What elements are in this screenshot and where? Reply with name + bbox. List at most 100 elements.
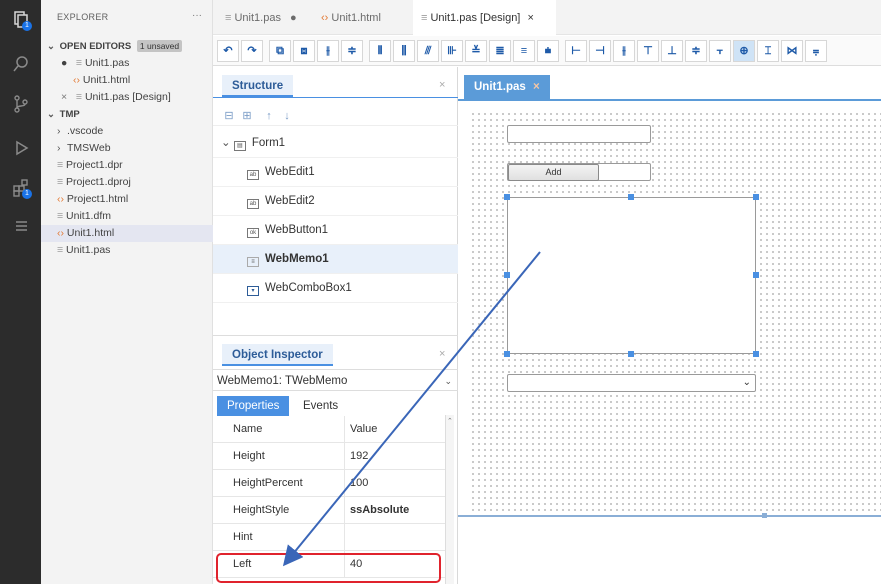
bring-front-icon[interactable]: ⧉ bbox=[269, 40, 291, 62]
folder-section[interactable]: ⌄ TMP bbox=[41, 106, 213, 123]
more-actions-icon[interactable]: ··· bbox=[192, 10, 202, 21]
resize-handle[interactable] bbox=[628, 194, 634, 200]
tree-item-webmemo1[interactable]: ≡ WebMemo1 bbox=[213, 245, 458, 274]
expand-all-icon[interactable]: ⊞ bbox=[239, 109, 255, 123]
space-remove-v-icon[interactable]: ⩧ bbox=[537, 40, 559, 62]
center-in-form-icon[interactable]: ⊕ bbox=[733, 40, 755, 62]
close-icon[interactable]: × bbox=[533, 81, 540, 93]
property-row[interactable]: Height 192 bbox=[213, 443, 445, 470]
designer-tab[interactable]: Unit1.pas × bbox=[464, 75, 550, 99]
same-width-icon[interactable]: ⋈ bbox=[781, 40, 803, 62]
webcombobox1-control[interactable]: ⌄ bbox=[507, 374, 756, 392]
open-editor-item[interactable]: × ≡ Unit1.pas [Design] bbox=[41, 89, 213, 106]
file-item[interactable]: › .vscode bbox=[41, 123, 213, 140]
align-vcenter-icon[interactable]: ⫟ bbox=[709, 40, 731, 62]
space-dec-v-icon[interactable]: ≡ bbox=[513, 40, 535, 62]
open-editor-item[interactable]: ‹› Unit1.html bbox=[41, 72, 213, 89]
object-selector[interactable]: WebMemo1: TWebMemo ⌄ bbox=[213, 369, 458, 391]
resize-handle[interactable] bbox=[628, 351, 634, 357]
pascal-file-icon: ≡ bbox=[75, 57, 85, 69]
webbutton1-control[interactable]: Add bbox=[508, 164, 599, 181]
unsaved-badge: 1 unsaved bbox=[136, 40, 183, 52]
modified-dot-icon[interactable]: ● bbox=[61, 55, 73, 72]
file-item[interactable]: ≡ Unit1.pas bbox=[41, 242, 213, 259]
file-item[interactable]: ≡ Project1.dpr bbox=[41, 157, 213, 174]
tab-unit1-design[interactable]: ≡ Unit1.pas [Design] × bbox=[413, 0, 556, 35]
webmemo1-control[interactable] bbox=[507, 197, 756, 354]
tree-item-webedit2[interactable]: ab WebEdit2 bbox=[213, 187, 458, 216]
space-equal-h-icon[interactable]: ⫴ bbox=[369, 40, 391, 62]
move-down-icon[interactable]: ↓ bbox=[279, 109, 295, 123]
close-icon[interactable]: × bbox=[61, 89, 73, 106]
file-item[interactable]: ≡ Project1.dproj bbox=[41, 174, 213, 191]
file-label: Unit1.pas bbox=[66, 244, 111, 256]
space-remove-h-icon[interactable]: ⊪ bbox=[441, 40, 463, 62]
events-tab[interactable]: Events bbox=[293, 396, 348, 416]
close-inspector-icon[interactable]: × bbox=[439, 348, 445, 360]
send-back-icon[interactable]: ⧈ bbox=[293, 40, 315, 62]
chevron-right-icon: › bbox=[57, 142, 61, 154]
properties-tab[interactable]: Properties bbox=[217, 396, 290, 416]
html-file-icon: ‹› bbox=[321, 12, 332, 24]
html-file-icon: ‹› bbox=[73, 74, 83, 86]
resize-handle[interactable] bbox=[753, 351, 759, 357]
space-dec-h-icon[interactable]: ⫻ bbox=[417, 40, 439, 62]
resize-handle[interactable] bbox=[504, 351, 510, 357]
align-bottom-icon[interactable]: ⊥ bbox=[661, 40, 683, 62]
explorer-icon[interactable]: 1 bbox=[0, 4, 41, 36]
file-item[interactable]: ‹› Project1.html bbox=[41, 191, 213, 208]
tree-root-form1[interactable]: ⌄ ▤ Form1 bbox=[213, 129, 458, 158]
structure-tab[interactable]: Structure bbox=[222, 75, 294, 97]
search-icon[interactable] bbox=[0, 48, 41, 80]
inspector-scrollbar[interactable]: ⌃ bbox=[445, 415, 454, 584]
move-up-icon[interactable]: ↑ bbox=[261, 109, 277, 123]
align-middle-icon[interactable]: ≑ bbox=[685, 40, 707, 62]
resize-handle[interactable] bbox=[753, 272, 759, 278]
tree-item-webedit1[interactable]: ab WebEdit1 bbox=[213, 158, 458, 187]
open-editors-section[interactable]: ⌄ OPEN EDITORS 1 unsaved bbox=[41, 38, 213, 55]
tree-item-webcombobox1[interactable]: ▾ WebComboBox1 bbox=[213, 274, 458, 303]
close-structure-icon[interactable]: × bbox=[439, 79, 445, 91]
scroll-up-icon[interactable]: ⌃ bbox=[447, 417, 453, 425]
form-resize-handle[interactable] bbox=[762, 513, 767, 518]
property-value[interactable]: 192 bbox=[350, 443, 368, 470]
center-vertical-icon[interactable]: ≑ bbox=[341, 40, 363, 62]
align-left-icon[interactable]: ⊢ bbox=[565, 40, 587, 62]
tab-unit1-pas[interactable]: ≡ Unit1.pas ● bbox=[217, 0, 305, 35]
align-center-icon[interactable]: ⫲ bbox=[613, 40, 635, 62]
property-row[interactable]: HeightPercent 100 bbox=[213, 470, 445, 497]
undo-icon[interactable]: ↶ bbox=[217, 40, 239, 62]
file-item[interactable]: ‹› Unit1.html bbox=[41, 225, 213, 242]
file-item[interactable]: ≡ Unit1.dfm bbox=[41, 208, 213, 225]
modified-dot-icon[interactable]: ● bbox=[290, 12, 297, 24]
property-value[interactable]: 100 bbox=[350, 470, 368, 497]
file-item[interactable]: › TMSWeb bbox=[41, 140, 213, 157]
webedit1-control[interactable] bbox=[507, 125, 651, 143]
resize-handle[interactable] bbox=[753, 194, 759, 200]
object-inspector-tab[interactable]: Object Inspector bbox=[222, 344, 333, 366]
property-value[interactable]: ssAbsolute bbox=[350, 497, 409, 524]
source-control-icon[interactable] bbox=[0, 88, 41, 120]
space-equal-v-icon[interactable]: ≚ bbox=[465, 40, 487, 62]
align-right-icon[interactable]: ⊣ bbox=[589, 40, 611, 62]
extensions-icon[interactable]: 1 bbox=[0, 172, 41, 204]
space-inc-h-icon[interactable]: ⫼ bbox=[393, 40, 415, 62]
tab-unit1-html[interactable]: ‹› Unit1.html bbox=[313, 0, 389, 35]
run-debug-icon[interactable] bbox=[0, 132, 41, 164]
tree-item-webbutton1[interactable]: ok WebButton1 bbox=[213, 216, 458, 245]
same-height-icon[interactable]: ⌶ bbox=[757, 40, 779, 62]
collapse-all-icon[interactable]: ⊟ bbox=[221, 109, 237, 123]
space-inc-v-icon[interactable]: ≣ bbox=[489, 40, 511, 62]
property-row[interactable]: Hint bbox=[213, 524, 445, 551]
resize-handle[interactable] bbox=[504, 272, 510, 278]
resize-handle[interactable] bbox=[504, 194, 510, 200]
same-size-icon[interactable]: ⩦ bbox=[805, 40, 827, 62]
list-icon[interactable] bbox=[0, 210, 41, 242]
open-editor-item[interactable]: ● ≡ Unit1.pas bbox=[41, 55, 213, 72]
center-horizontal-icon[interactable]: ⫲ bbox=[317, 40, 339, 62]
close-icon[interactable]: × bbox=[527, 12, 533, 24]
redo-icon[interactable]: ↷ bbox=[241, 40, 263, 62]
align-top-icon[interactable]: ⊤ bbox=[637, 40, 659, 62]
tree-label: WebComboBox1 bbox=[265, 282, 352, 294]
property-row[interactable]: HeightStyle ssAbsolute bbox=[213, 497, 445, 524]
